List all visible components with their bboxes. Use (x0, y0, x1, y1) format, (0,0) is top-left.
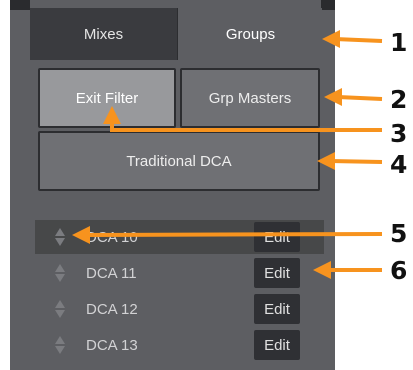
callout-number: 1 (390, 28, 408, 57)
arrow-left-icon (85, 232, 383, 237)
arrow-up-icon (110, 122, 382, 132)
arrowhead-icon (72, 226, 90, 244)
arrowhead-icon (313, 261, 331, 279)
arrow-left-icon (329, 159, 383, 164)
annotation-arrows (72, 30, 383, 279)
arrow-left-icon (337, 95, 383, 101)
callout-number: 3 (390, 119, 408, 148)
arrowhead-icon (317, 152, 335, 170)
arrowhead-icon (103, 106, 121, 124)
arrow-left-icon (334, 37, 383, 43)
callout-number: 5 (390, 219, 408, 248)
callout-number: 6 (390, 256, 408, 285)
callout-number: 4 (390, 150, 408, 179)
arrowhead-icon (324, 88, 342, 106)
arrowhead-icon (322, 30, 340, 48)
callout-number: 2 (390, 85, 408, 114)
